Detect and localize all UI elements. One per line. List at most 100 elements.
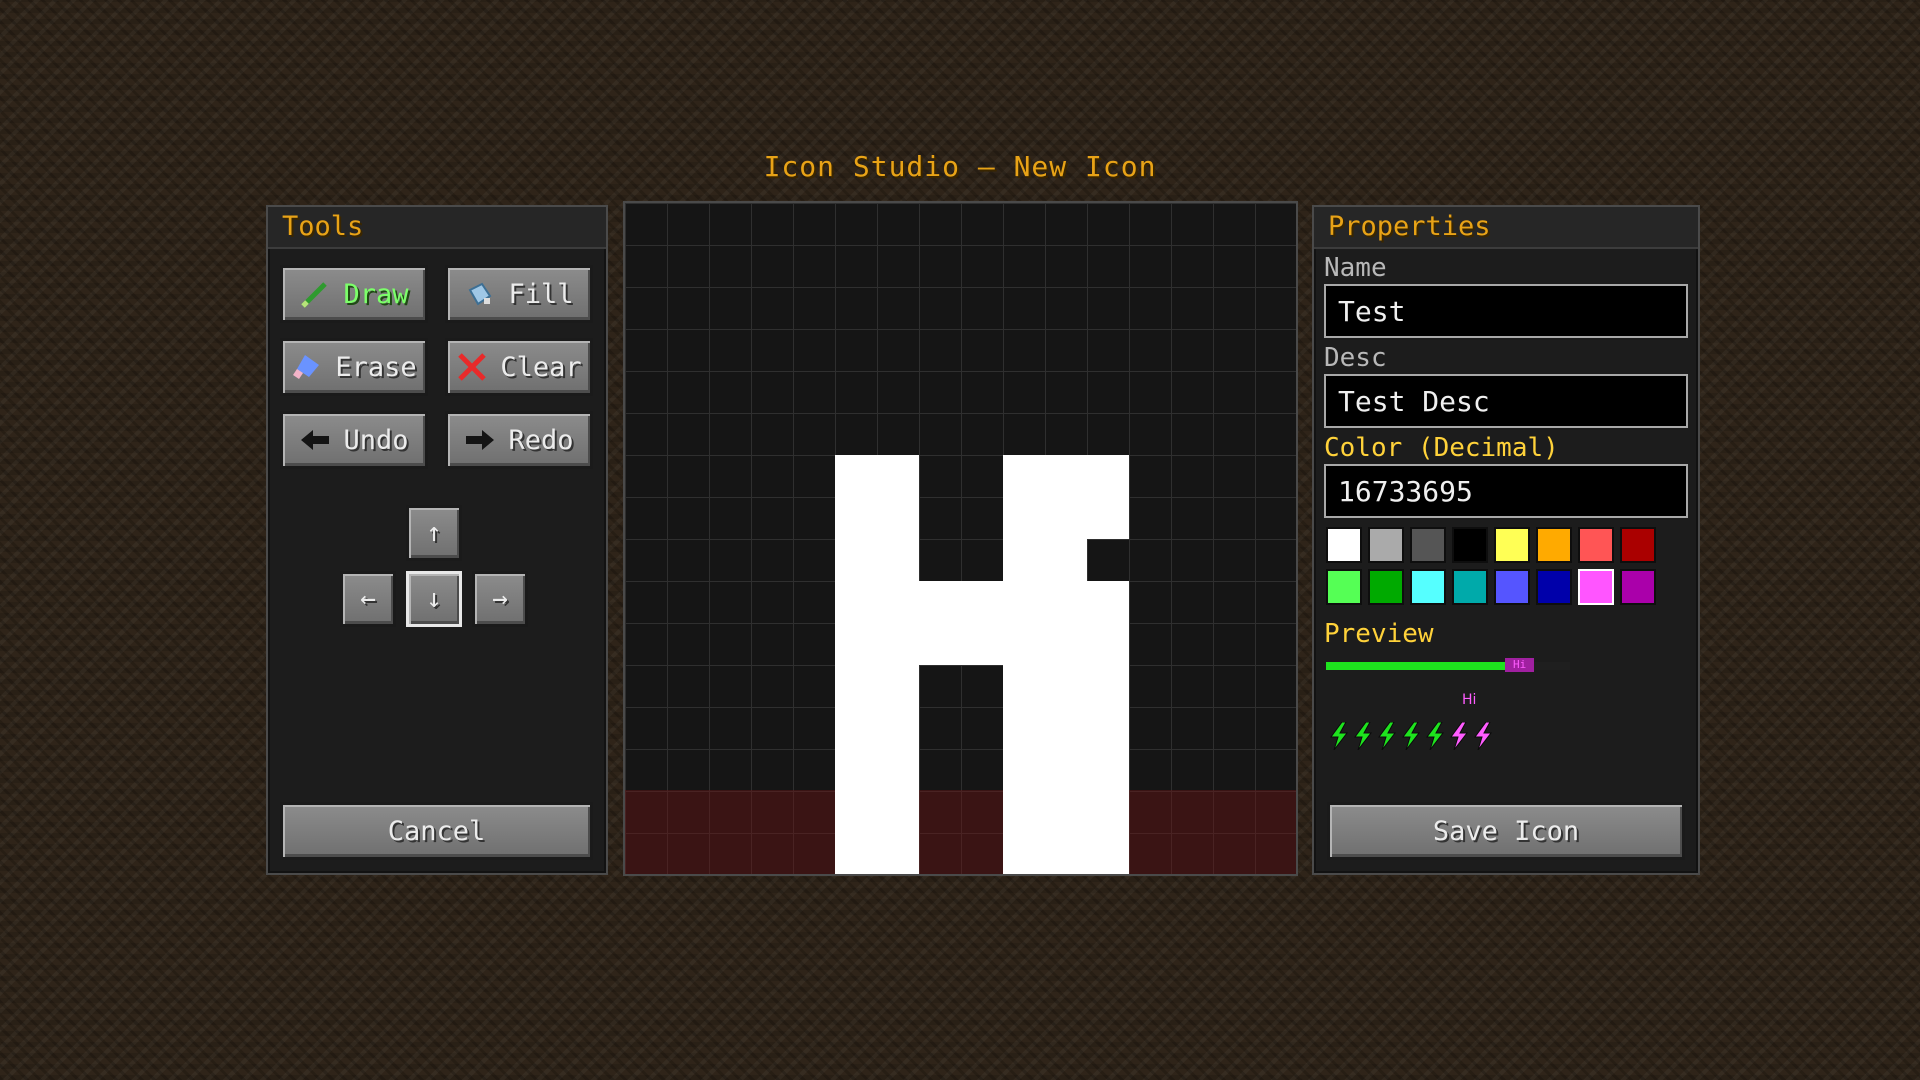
save-icon-label: Save Icon [1432, 815, 1580, 847]
canvas-pixel [919, 581, 961, 623]
color-swatch[interactable] [1368, 569, 1404, 605]
canvas-pixel [1087, 707, 1129, 749]
color-swatch[interactable] [1536, 569, 1572, 605]
canvas-pixel [1045, 623, 1087, 665]
color-swatch[interactable] [1494, 569, 1530, 605]
canvas-pixel [1003, 497, 1045, 539]
color-swatch[interactable] [1578, 569, 1614, 605]
canvas-pixel [877, 833, 919, 874]
lightning-bolt-icon [1426, 722, 1445, 750]
clear-label: Clear [500, 351, 582, 383]
erase-label: Erase [335, 351, 417, 383]
move-down-button[interactable]: ↓ [406, 571, 462, 627]
pixel-canvas[interactable] [623, 201, 1298, 876]
down-arrow-icon: ↓ [426, 584, 442, 614]
canvas-pixel [877, 749, 919, 791]
undo-button[interactable]: Undo [280, 411, 428, 469]
color-swatch[interactable] [1620, 569, 1656, 605]
canvas-pixel [1003, 833, 1045, 874]
canvas-pixel [1087, 749, 1129, 791]
canvas-pixel [1003, 539, 1045, 581]
color-swatch[interactable] [1452, 527, 1488, 563]
canvas-pixel [1087, 455, 1129, 497]
canvas-pixel [835, 833, 877, 874]
canvas-pixel [1087, 791, 1129, 833]
canvas-pixel [877, 623, 919, 665]
erase-button[interactable]: Erase [280, 338, 428, 396]
right-arrow-icon [466, 430, 495, 450]
desc-label: Desc [1324, 343, 1387, 373]
move-right-button[interactable]: → [472, 571, 528, 627]
color-swatch[interactable] [1620, 527, 1656, 563]
redo-button[interactable]: Redo [445, 411, 593, 469]
cancel-button[interactable]: Cancel [280, 802, 593, 860]
lightning-bolt-icon [1474, 722, 1493, 750]
canvas-pixel [877, 455, 919, 497]
canvas-pixel [1087, 581, 1129, 623]
properties-header: Properties [1314, 207, 1698, 249]
canvas-pixel [1087, 497, 1129, 539]
save-icon-button[interactable]: Save Icon [1327, 802, 1685, 860]
canvas-pixel [1045, 455, 1087, 497]
canvas-footer-zone [625, 790, 1296, 874]
canvas-pixel [1045, 539, 1087, 581]
canvas-pixel [1045, 581, 1087, 623]
canvas-pixel [1003, 623, 1045, 665]
canvas-pixel [1045, 749, 1087, 791]
desc-input[interactable] [1324, 374, 1688, 428]
move-up-button[interactable]: ↑ [406, 505, 462, 561]
color-swatch[interactable] [1410, 527, 1446, 563]
preview-progress-fill [1326, 662, 1507, 670]
canvas-pixel [1045, 497, 1087, 539]
name-label: Name [1324, 253, 1387, 283]
canvas-pixel [1045, 707, 1087, 749]
draw-button[interactable]: Draw [280, 265, 428, 323]
color-swatch[interactable] [1536, 527, 1572, 563]
name-input[interactable] [1324, 284, 1688, 338]
red-x-icon [458, 353, 487, 381]
draw-label: Draw [343, 278, 409, 310]
left-arrow-icon [301, 430, 330, 450]
color-swatch[interactable] [1578, 527, 1614, 563]
color-input[interactable] [1324, 464, 1688, 518]
color-swatch[interactable] [1452, 569, 1488, 605]
canvas-pixel [835, 623, 877, 665]
color-swatch[interactable] [1410, 569, 1446, 605]
lightning-bolt-icon [1354, 722, 1373, 750]
canvas-pixel [835, 455, 877, 497]
canvas-pixel [1003, 581, 1045, 623]
color-swatch[interactable] [1368, 527, 1404, 563]
color-swatch[interactable] [1494, 527, 1530, 563]
fill-button[interactable]: Fill [445, 265, 593, 323]
canvas-pixel [877, 581, 919, 623]
window-title: Icon Studio — New Icon [763, 150, 1157, 183]
canvas-pixel [835, 581, 877, 623]
color-swatch[interactable] [1326, 527, 1362, 563]
canvas-pixel [1003, 665, 1045, 707]
lightning-bolt-icon [1378, 722, 1397, 750]
right-arrow-icon: → [492, 584, 508, 614]
lightning-bolt-icon [1402, 722, 1421, 750]
redo-label: Redo [508, 424, 574, 456]
move-left-button[interactable]: ← [340, 571, 396, 627]
tools-header: Tools [268, 207, 606, 249]
color-label: Color (Decimal) [1324, 433, 1559, 463]
canvas-pixel [1003, 455, 1045, 497]
up-arrow-icon: ↑ [426, 518, 442, 548]
canvas-pixel [835, 791, 877, 833]
canvas-pixel [1087, 833, 1129, 874]
cancel-label: Cancel [387, 815, 486, 847]
fill-label: Fill [508, 278, 574, 310]
pencil-icon [301, 282, 328, 308]
undo-label: Undo [343, 424, 409, 456]
canvas-pixel [1003, 707, 1045, 749]
color-swatch[interactable] [1326, 569, 1362, 605]
canvas-pixel [835, 749, 877, 791]
canvas-pixel [1045, 791, 1087, 833]
canvas-pixel [919, 623, 961, 665]
clear-button[interactable]: Clear [445, 338, 593, 396]
lightning-bolt-icon [1330, 722, 1349, 750]
canvas-pixel [877, 497, 919, 539]
lightning-bolt-icon [1450, 722, 1469, 750]
bucket-icon [469, 282, 492, 306]
